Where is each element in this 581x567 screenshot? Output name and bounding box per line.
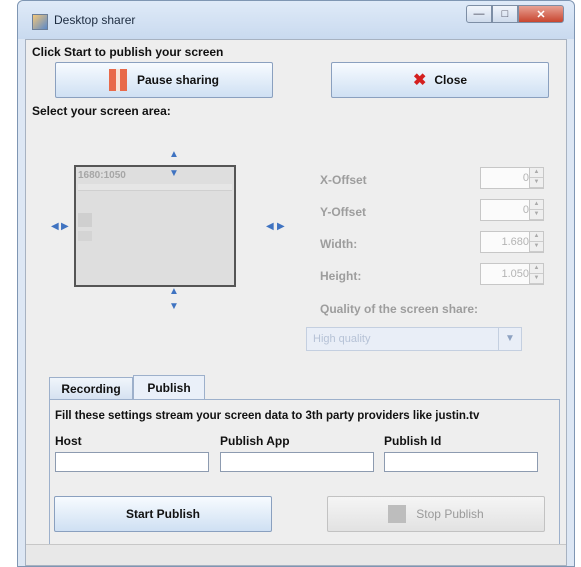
stop-icon (388, 505, 407, 523)
screen-area-label: Select your screen area: (32, 104, 171, 118)
close-x-icon: ✖ (412, 72, 427, 89)
start-publish-button[interactable]: Start Publish (54, 496, 272, 532)
spinner-up-icon[interactable]: ▲ (530, 232, 543, 242)
spinner-down-icon[interactable]: ▼ (530, 274, 543, 284)
window-title: Desktop sharer (54, 13, 136, 27)
shrink-right-icon[interactable]: ◀ (266, 222, 274, 232)
start-publish-label: Start Publish (125, 507, 200, 521)
maximize-button[interactable]: □ (492, 5, 518, 23)
preview-resolution: 1680:1050 (78, 170, 126, 181)
tab-recording[interactable]: Recording (49, 377, 133, 399)
move-down-icon[interactable]: ▼ (169, 302, 179, 312)
spinner-up-icon[interactable]: ▲ (530, 168, 543, 178)
spinner-down-icon[interactable]: ▼ (530, 210, 543, 220)
pause-sharing-label: Pause sharing (136, 73, 220, 87)
app-icon (32, 14, 48, 30)
publish-panel: Fill these settings stream your screen d… (49, 399, 560, 545)
move-right-icon[interactable]: ▶ (277, 222, 285, 232)
title-bar[interactable]: Desktop sharer — □ ✕ (18, 1, 574, 39)
close-button[interactable]: ✖ Close (331, 62, 549, 98)
minimize-icon: — (473, 8, 485, 20)
window-controls: — □ ✕ (466, 5, 564, 23)
publish-app-input[interactable] (220, 452, 374, 472)
status-bar (26, 544, 566, 565)
preview-titlebar (78, 184, 232, 191)
shrink-top-icon[interactable]: ▼ (169, 169, 179, 179)
minimize-button[interactable]: — (466, 5, 492, 23)
close-window-button[interactable]: ✕ (518, 5, 564, 23)
client-area: Click Start to publish your screen Pause… (25, 39, 567, 566)
tab-publish[interactable]: Publish (133, 375, 205, 399)
height-value: 1.050 (501, 268, 529, 280)
spinner-up-icon[interactable]: ▲ (530, 200, 543, 210)
width-value: 1.680 (501, 236, 529, 248)
publish-app-label: Publish App (220, 434, 290, 448)
publish-id-input[interactable] (384, 452, 538, 472)
maximize-icon: □ (501, 8, 509, 20)
height-spinner[interactable]: 1.050 ▲ ▼ (480, 263, 544, 285)
host-input[interactable] (55, 452, 209, 472)
spinner-up-icon[interactable]: ▲ (530, 264, 543, 274)
stop-publish-label: Stop Publish (416, 507, 484, 521)
host-label: Host (55, 434, 82, 448)
move-up-icon[interactable]: ▲ (169, 150, 179, 160)
quality-value: High quality (313, 333, 371, 345)
shrink-bottom-icon[interactable]: ▲ (169, 287, 179, 297)
desktop-sharer-window: Desktop sharer — □ ✕ Click Start to publ… (17, 0, 575, 567)
move-left-icon[interactable]: ◀ (51, 222, 59, 232)
publish-description: Fill these settings stream your screen d… (55, 410, 480, 422)
close-button-label: Close (434, 73, 468, 87)
preview-element (78, 213, 92, 227)
width-label: Width: (320, 237, 358, 251)
height-label: Height: (320, 269, 362, 283)
preview-element (78, 231, 92, 241)
y-offset-spinner[interactable]: 0 ▲ ▼ (480, 199, 544, 221)
x-offset-label: X-Offset (320, 173, 367, 187)
intro-label: Click Start to publish your screen (32, 45, 224, 59)
screen-area-preview[interactable]: 1680:1050 (74, 165, 236, 287)
spinner-down-icon[interactable]: ▼ (530, 242, 543, 252)
publish-id-label: Publish Id (384, 434, 442, 448)
y-offset-label: Y-Offset (320, 205, 367, 219)
stop-publish-button[interactable]: Stop Publish (327, 496, 545, 532)
quality-select[interactable]: High quality ▼ (306, 327, 522, 351)
x-offset-spinner[interactable]: 0 ▲ ▼ (480, 167, 544, 189)
pause-sharing-button[interactable]: Pause sharing (55, 62, 273, 98)
chevron-down-icon: ▼ (498, 328, 521, 350)
close-icon: ✕ (536, 8, 546, 21)
shrink-left-icon[interactable]: ▶ (61, 222, 69, 232)
spinner-down-icon[interactable]: ▼ (530, 178, 543, 188)
width-spinner[interactable]: 1.680 ▲ ▼ (480, 231, 544, 253)
pause-icon (108, 69, 127, 91)
quality-label: Quality of the screen share: (320, 302, 479, 316)
